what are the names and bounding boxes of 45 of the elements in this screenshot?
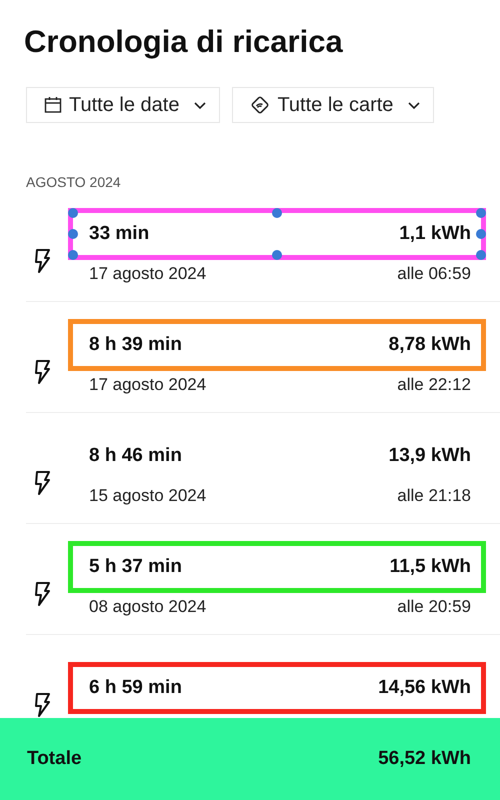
chevron-down-icon [193, 100, 208, 110]
time-text: alle 21:18 [397, 486, 471, 506]
selection-handle[interactable] [68, 208, 78, 218]
chevron-down-icon [407, 100, 422, 110]
date-text: 08 agosto 2024 [89, 597, 206, 617]
energy-text: 8,78 kWh [388, 334, 471, 356]
selection-handle[interactable] [272, 250, 282, 260]
energy-text: 1,1 kWh [399, 223, 471, 245]
lightning-icon [34, 359, 52, 385]
section-label: AGOSTO 2024 [26, 173, 122, 191]
selection-handle[interactable] [272, 208, 282, 218]
selection-handle[interactable] [68, 250, 78, 260]
session-row[interactable]: 8 h 39 min 8,78 kWh 17 agosto 2024 alle 22:12 [26, 302, 500, 413]
filter-dropdown[interactable]: Tutte le date [26, 87, 220, 123]
date-text: 15 agosto 2024 [89, 486, 206, 506]
session-row[interactable]: 5 h 37 min 11,5 kWh 08 agosto 2024 alle 20:59 [26, 524, 500, 635]
duration-text: 5 h 37 min [89, 556, 182, 578]
total-value: 56,52 kWh [378, 748, 471, 770]
selection-handle[interactable] [476, 208, 486, 218]
contactless-card-icon [249, 94, 272, 116]
session-row[interactable]: 33 min 1,1 kWh 17 agosto 2024 alle 06:59 [26, 191, 500, 302]
energy-text: 13,9 kWh [388, 445, 471, 467]
page-title: Cronologia di ricarica [24, 23, 344, 61]
lightning-icon [34, 692, 52, 718]
time-text: alle 06:59 [397, 264, 471, 284]
lightning-icon [34, 581, 52, 607]
lightning-icon [34, 470, 52, 496]
energy-text: 11,5 kWh [390, 556, 471, 578]
selection-handle[interactable] [476, 250, 486, 260]
selection-handle[interactable] [68, 229, 78, 239]
selection-handle[interactable] [476, 229, 486, 239]
session-row[interactable]: 8 h 46 min 13,9 kWh 15 agosto 2024 alle 21:18 [26, 413, 500, 524]
duration-text: 8 h 39 min [89, 334, 182, 356]
duration-text: 8 h 46 min [89, 445, 182, 467]
lightning-icon [34, 248, 52, 274]
date-text: 17 agosto 2024 [89, 375, 206, 395]
total-label: Totale [27, 748, 82, 770]
time-text: alle 22:12 [397, 375, 471, 395]
time-text: alle 20:59 [397, 597, 471, 617]
duration-text: 33 min [89, 223, 150, 245]
duration-text: 6 h 59 min [89, 677, 182, 699]
calendar-icon [43, 95, 63, 115]
energy-text: 14,56 kWh [378, 677, 471, 699]
date-text: 17 agosto 2024 [89, 264, 206, 284]
filter-dropdown[interactable]: Tutte le carte [232, 87, 434, 123]
